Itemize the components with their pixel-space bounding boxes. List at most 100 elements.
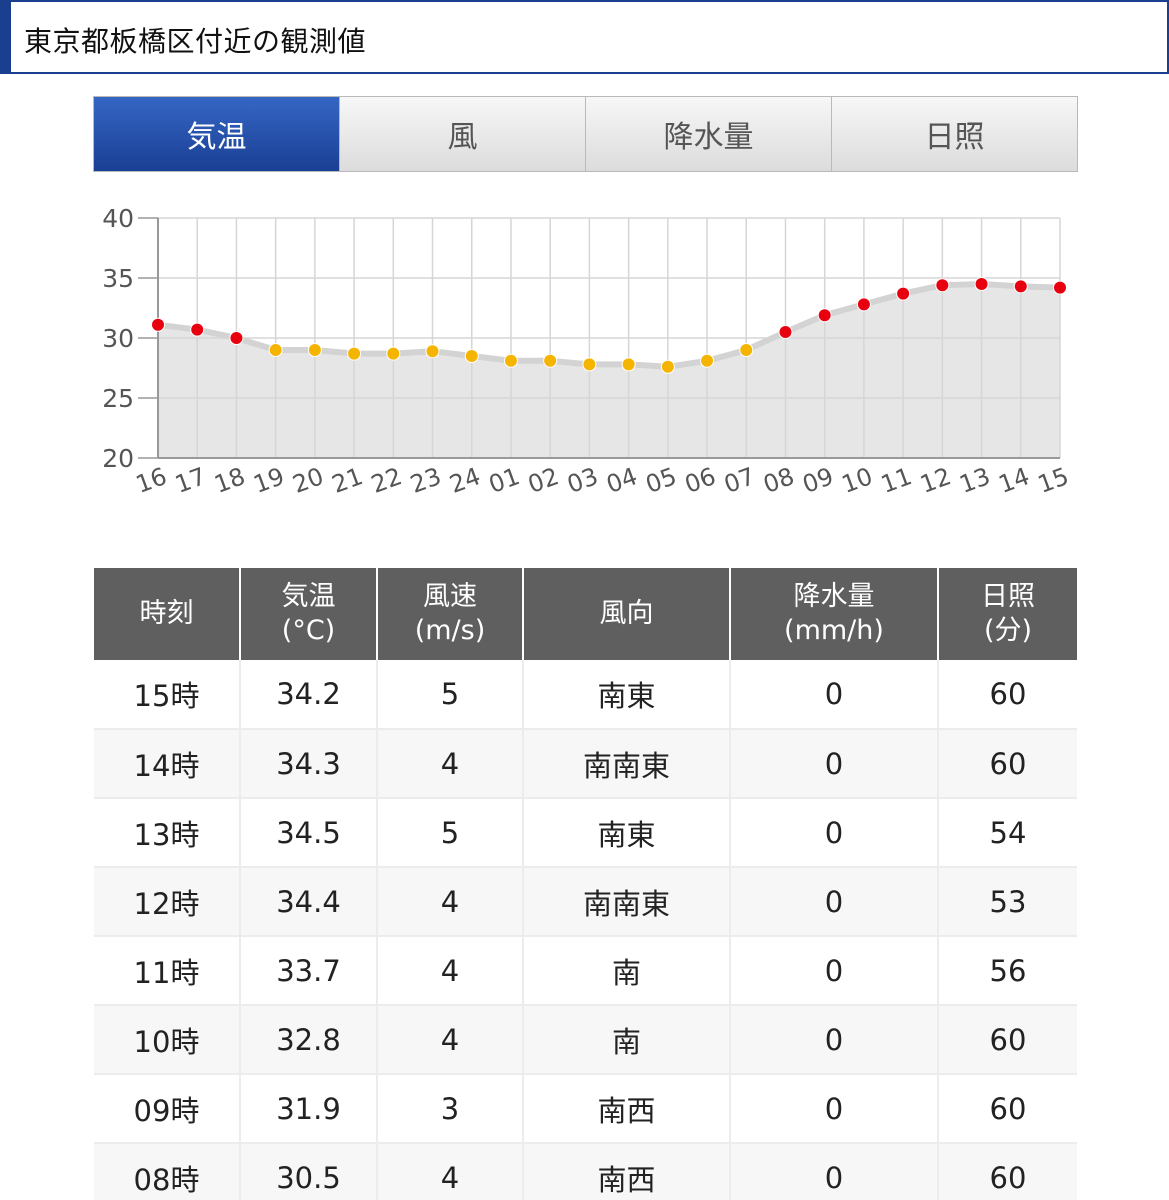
data-point bbox=[464, 349, 479, 363]
cell-precipitation: 0 bbox=[730, 1005, 939, 1075]
tab-wind[interactable]: 風 bbox=[340, 97, 586, 171]
table-header-row: 時刻 気温 (°C) 風速 (m/s) 風向 降水量 (mm/h) 日照 (分) bbox=[94, 568, 1077, 660]
data-point bbox=[268, 343, 283, 357]
table-row: 14時 34.3 4 南南東 0 60 bbox=[94, 729, 1077, 799]
data-point bbox=[935, 278, 950, 293]
x-tick-label: 08 bbox=[760, 462, 798, 499]
cell-temperature: 34.2 bbox=[240, 660, 378, 730]
cell-time: 10時 bbox=[94, 1005, 241, 1075]
cell-wind-speed: 4 bbox=[377, 1005, 524, 1075]
cell-temperature: 30.5 bbox=[240, 1143, 378, 1200]
cell-time: 12時 bbox=[94, 867, 241, 937]
cell-wind-direction: 南西 bbox=[523, 1074, 731, 1144]
x-tick-label: 01 bbox=[485, 462, 523, 499]
header-time: 時刻 bbox=[94, 568, 241, 660]
tab-temperature[interactable]: 気温 bbox=[94, 97, 340, 171]
observation-table: 時刻 気温 (°C) 風速 (m/s) 風向 降水量 (mm/h) 日照 (分) 15時 34.2 5… bbox=[94, 568, 1077, 1200]
y-tick-label: 30 bbox=[102, 324, 134, 353]
x-tick-label: 03 bbox=[564, 462, 602, 499]
cell-wind-speed: 3 bbox=[377, 1074, 524, 1144]
cell-wind-speed: 4 bbox=[377, 867, 524, 937]
cell-wind-direction: 南 bbox=[523, 936, 731, 1006]
cell-wind-direction: 南東 bbox=[523, 660, 731, 730]
data-point bbox=[582, 357, 597, 372]
y-tick-label: 25 bbox=[102, 384, 134, 413]
header-unit: (m/s) bbox=[414, 615, 486, 646]
x-tick-label: 15 bbox=[1034, 462, 1072, 499]
y-tick-label: 40 bbox=[102, 204, 134, 233]
x-tick-label: 05 bbox=[642, 462, 680, 499]
table-row: 13時 34.5 5 南東 0 54 bbox=[94, 798, 1077, 868]
data-point bbox=[1053, 280, 1067, 295]
page-header: 東京都板橋区付近の観測値 bbox=[0, 0, 1169, 74]
header-wind-speed: 風速 (m/s) bbox=[377, 568, 524, 660]
cell-sunshine: 60 bbox=[938, 660, 1077, 730]
cell-sunshine: 53 bbox=[938, 867, 1077, 937]
header-precipitation: 降水量 (mm/h) bbox=[730, 568, 939, 660]
cell-temperature: 34.5 bbox=[240, 798, 378, 868]
cell-precipitation: 0 bbox=[730, 660, 939, 730]
header-temperature: 気温 (°C) bbox=[240, 568, 378, 660]
y-tick-label: 20 bbox=[102, 444, 134, 473]
x-tick-label: 24 bbox=[446, 462, 484, 499]
header-label: 日照 bbox=[981, 581, 1035, 612]
x-tick-label: 11 bbox=[877, 462, 915, 499]
cell-wind-speed: 4 bbox=[377, 936, 524, 1006]
x-tick-label: 13 bbox=[956, 462, 994, 499]
table-row: 11時 33.7 4 南 0 56 bbox=[94, 936, 1077, 1006]
header-accent-bar bbox=[0, 2, 11, 72]
data-point bbox=[778, 325, 793, 339]
cell-wind-speed: 5 bbox=[377, 798, 524, 868]
table-row: 12時 34.4 4 南南東 0 53 bbox=[94, 867, 1077, 937]
data-point bbox=[190, 322, 205, 337]
cell-sunshine: 54 bbox=[938, 798, 1077, 868]
table-body: 15時 34.2 5 南東 0 60 14時 34.3 4 南南東 0 60 13時 34.5 5 南東 0 54… bbox=[94, 660, 1077, 1200]
x-tick-label: 04 bbox=[603, 462, 641, 499]
header-wind-direction: 風向 bbox=[523, 568, 731, 660]
tab-sunshine[interactable]: 日照 bbox=[832, 97, 1077, 171]
data-point bbox=[543, 353, 558, 368]
header-label: 風向 bbox=[599, 598, 654, 629]
data-point bbox=[974, 277, 989, 291]
cell-wind-direction: 南南東 bbox=[523, 729, 731, 799]
cell-precipitation: 0 bbox=[730, 1143, 939, 1200]
table-row: 15時 34.2 5 南東 0 60 bbox=[94, 660, 1077, 730]
cell-sunshine: 60 bbox=[938, 1143, 1077, 1200]
cell-wind-direction: 南南東 bbox=[523, 867, 731, 937]
cell-wind-direction: 南 bbox=[523, 1005, 731, 1075]
header-label: 風速 bbox=[423, 581, 477, 612]
x-tick-label: 19 bbox=[250, 462, 288, 499]
data-point bbox=[700, 353, 715, 368]
temperature-chart: 202530354016 17 18 19 20 21 22 23 24 01 02 03 04 05 06… bbox=[102, 204, 1072, 499]
cell-sunshine: 56 bbox=[938, 936, 1077, 1006]
data-point bbox=[660, 359, 675, 374]
data-point bbox=[739, 343, 754, 357]
x-tick-label: 18 bbox=[211, 462, 249, 499]
cell-sunshine: 60 bbox=[938, 1005, 1077, 1075]
cell-precipitation: 0 bbox=[730, 729, 939, 799]
cell-wind-speed: 4 bbox=[377, 1143, 524, 1200]
cell-time: 13時 bbox=[94, 798, 241, 868]
table-row: 10時 32.8 4 南 0 60 bbox=[94, 1005, 1077, 1075]
cell-wind-speed: 5 bbox=[377, 660, 524, 730]
header-unit: (mm/h) bbox=[784, 615, 884, 646]
cell-temperature: 34.3 bbox=[240, 729, 378, 799]
data-point bbox=[347, 346, 362, 361]
x-tick-label: 14 bbox=[995, 462, 1033, 499]
x-tick-label: 16 bbox=[132, 462, 170, 499]
cell-precipitation: 0 bbox=[730, 867, 939, 937]
cell-temperature: 31.9 bbox=[240, 1074, 378, 1144]
chart-area-fill bbox=[158, 284, 1060, 458]
cell-wind-speed: 4 bbox=[377, 729, 524, 799]
tab-precipitation[interactable]: 降水量 bbox=[586, 97, 832, 171]
data-point bbox=[425, 344, 440, 359]
x-tick-label: 09 bbox=[799, 462, 837, 499]
data-point bbox=[856, 297, 871, 312]
header-unit: (°C) bbox=[281, 615, 336, 646]
data-point bbox=[386, 346, 401, 361]
x-tick-label: 20 bbox=[289, 462, 327, 499]
table-row: 09時 31.9 3 南西 0 60 bbox=[94, 1074, 1077, 1144]
x-tick-label: 02 bbox=[524, 462, 562, 499]
y-tick-label: 35 bbox=[102, 264, 134, 293]
cell-precipitation: 0 bbox=[730, 798, 939, 868]
